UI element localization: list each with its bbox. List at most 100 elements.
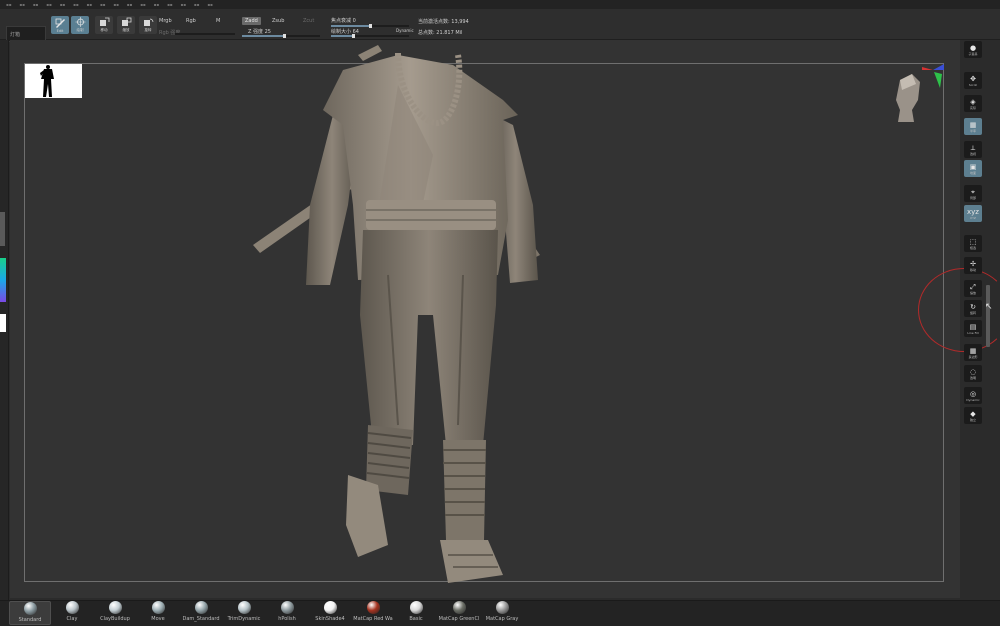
shelf-subtool-sphere-button[interactable]: ● 子造基 xyxy=(964,41,982,58)
shelf-scroll-button[interactable]: ✥ Scroll xyxy=(964,72,982,89)
rotate-button[interactable]: 旋转 xyxy=(139,16,157,34)
material-slot[interactable]: ClayBuildup xyxy=(95,601,135,622)
shelf-polyf-button[interactable]: ▦ 多边形 xyxy=(964,344,982,361)
dynamic-icon: ◎ xyxy=(969,389,977,398)
menu-item[interactable]: ▪▪ xyxy=(46,2,51,7)
material-slot[interactable]: Clay xyxy=(52,601,92,622)
local-icon: ⌖ xyxy=(971,187,975,196)
shelf-scale-view-button[interactable]: ⤢ 缩放 xyxy=(964,280,982,297)
scale-button-label: 缩放 xyxy=(122,28,130,32)
draw-size-fill xyxy=(331,35,353,37)
menu-item[interactable]: ▪▪ xyxy=(167,2,172,7)
rotate-view-icon: ↻ xyxy=(970,302,976,311)
material-sphere-icon xyxy=(366,601,380,614)
silhouette-preview xyxy=(25,64,82,98)
sphere-icon: ● xyxy=(969,43,977,52)
zcut-button[interactable]: Zcut xyxy=(303,18,314,24)
menu-item[interactable]: ▪▪ xyxy=(73,2,78,7)
shelf-frame-button[interactable]: ⬚ 框选 xyxy=(964,235,982,252)
material-label: MatCap Gray xyxy=(485,616,519,622)
menu-item[interactable]: ▪▪ xyxy=(6,2,11,7)
edit-button[interactable]: Edit xyxy=(51,16,69,34)
shelf-local-button[interactable]: ⌖ 局部 xyxy=(964,185,982,202)
mrgb-button[interactable]: Mrgb xyxy=(159,18,172,24)
shelf-solo-button[interactable]: ◆ 独立 xyxy=(964,407,982,424)
shelf-dynamic-view-label: Dynamic xyxy=(966,397,980,402)
move-button[interactable]: 移动 xyxy=(95,16,113,34)
shelf-aahalf-button[interactable]: ▦ 半率 xyxy=(964,118,982,135)
menu-bar[interactable]: ▪▪ ▪▪ ▪▪ ▪▪ ▪▪ ▪▪ ▪▪ ▪▪ ▪▪ ▪▪ ▪▪ ▪▪ ▪▪ ▪▪ ▪▪ ▪▪ xyxy=(0,0,1000,9)
rotate-icon xyxy=(143,18,153,26)
material-slot[interactable]: hPolish xyxy=(267,601,307,622)
z-intensity-label[interactable]: Z 强度 25 xyxy=(248,28,271,35)
material-slot[interactable]: MatCap Red Wa xyxy=(353,601,393,622)
focal-shift-knob[interactable] xyxy=(369,24,372,28)
material-slot[interactable]: Basic xyxy=(396,601,436,622)
sculpt-model[interactable] xyxy=(248,45,558,590)
menu-item[interactable]: ▪▪ xyxy=(60,2,65,7)
rgb-button[interactable]: Rgb xyxy=(186,18,196,24)
material-label: Dam_Standard xyxy=(182,616,220,622)
material-sphere-icon xyxy=(280,601,294,614)
shelf-linefill-button[interactable]: ▤ Line Fill xyxy=(964,320,982,337)
menu-item[interactable]: ▪▪ xyxy=(140,2,145,7)
zadd-button[interactable]: Zadd xyxy=(242,17,261,25)
menu-item[interactable]: ▪▪ xyxy=(154,2,159,7)
shelf-transp-button[interactable]: ◌ 透明 xyxy=(964,365,982,382)
move-icon xyxy=(99,17,109,26)
axis-gizmo-icon[interactable] xyxy=(920,62,946,90)
material-slot[interactable]: MatCap GreenCl xyxy=(439,601,479,622)
shelf-rotate-view-button[interactable]: ↻ 旋转 xyxy=(964,300,982,317)
focal-shift-label[interactable]: 焦点衰减 0 xyxy=(331,17,356,24)
material-slot[interactable]: SkinShade4 xyxy=(310,601,350,622)
shelf-frame-label: 框选 xyxy=(969,245,976,250)
menu-item[interactable]: ▪▪ xyxy=(127,2,132,7)
focal-shift-fill xyxy=(331,25,369,27)
menu-item[interactable]: ▪▪ xyxy=(19,2,24,7)
material-sphere-icon xyxy=(65,601,79,614)
material-sphere-icon xyxy=(108,601,122,614)
material-slot[interactable]: Standard xyxy=(9,601,51,625)
menu-item[interactable]: ▪▪ xyxy=(113,2,118,7)
draw-size-knob[interactable] xyxy=(352,34,355,38)
material-slot[interactable]: TrimDynamic xyxy=(224,601,264,622)
left-palette-swatch[interactable] xyxy=(0,212,5,246)
rgb-intensity-slider[interactable] xyxy=(175,33,235,35)
shelf-scroll-label: Scroll xyxy=(968,82,978,87)
menu-item[interactable]: ▪▪ xyxy=(194,2,199,7)
right-shelf-scrollbar[interactable] xyxy=(986,285,990,347)
material-slot[interactable]: Dam_Standard xyxy=(181,601,221,622)
shelf-actual-button[interactable]: ◈ 实际 xyxy=(964,95,982,112)
menu-item[interactable]: ▪▪ xyxy=(180,2,185,7)
mouse-pointer-icon: ↖ xyxy=(985,302,993,312)
shelf-xyz-button[interactable]: xyz XYZ xyxy=(964,205,982,222)
main-color-swatch[interactable] xyxy=(0,314,6,332)
menu-item[interactable]: ▪▪ xyxy=(33,2,38,7)
shelf-floor-button[interactable]: ▣ 地面 xyxy=(964,160,982,177)
menu-item[interactable]: ▪▪ xyxy=(207,2,212,7)
scale-view-icon: ⤢ xyxy=(970,282,976,291)
shelf-local-label: 局部 xyxy=(969,195,976,200)
material-label: ClayBuildup xyxy=(100,616,130,622)
material-slot[interactable]: MatCap Gray xyxy=(482,601,522,622)
material-slot[interactable]: Move xyxy=(138,601,178,622)
floor-icon: ▣ xyxy=(969,162,977,171)
m-button[interactable]: M xyxy=(216,18,220,24)
scale-button[interactable]: 缩放 xyxy=(117,16,135,34)
draw-button[interactable]: 绘制 xyxy=(71,16,89,34)
dynamic-button[interactable]: Dynamic xyxy=(396,28,414,33)
zsub-button[interactable]: Zsub xyxy=(272,18,284,24)
shelf-persp-button[interactable]: ⟂ 透视 xyxy=(964,141,982,158)
scale-icon xyxy=(121,17,131,26)
shelf-move-view-button[interactable]: ✢ 移动 xyxy=(964,257,982,274)
z-intensity-knob[interactable] xyxy=(283,34,286,38)
shelf-dynamic-view-button[interactable]: ◎ Dynamic xyxy=(964,387,982,404)
color-picker-strip[interactable] xyxy=(0,258,6,302)
transp-icon: ◌ xyxy=(969,367,977,376)
menu-item[interactable]: ▪▪ xyxy=(100,2,105,7)
material-label: MatCap Red Wa xyxy=(353,616,393,622)
shelf-actual-label: 实际 xyxy=(969,105,976,110)
material-label: Clay xyxy=(66,616,78,622)
frame-icon: ⬚ xyxy=(969,237,977,246)
menu-item[interactable]: ▪▪ xyxy=(87,2,92,7)
